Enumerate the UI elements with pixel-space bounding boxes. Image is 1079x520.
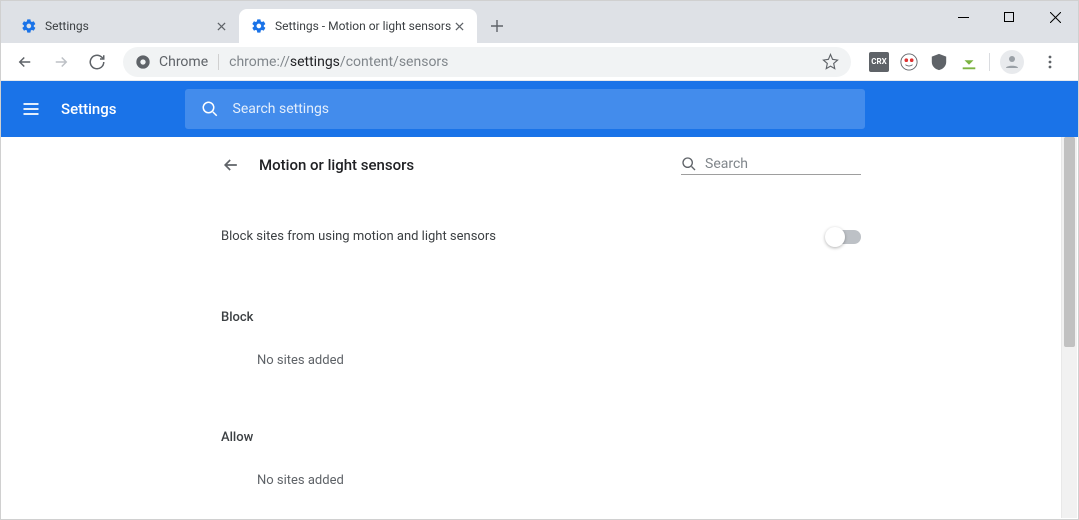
tab-title: Settings - Motion or light sensors bbox=[275, 19, 451, 33]
extension-icon[interactable] bbox=[899, 52, 919, 72]
window-titlebar: Settings Settings - Motion or light sens… bbox=[1, 1, 1078, 43]
download-extension-icon[interactable] bbox=[959, 52, 979, 72]
tab-title: Settings bbox=[45, 19, 213, 33]
in-page-search[interactable] bbox=[681, 156, 861, 175]
block-section: Block No sites added bbox=[201, 266, 881, 386]
crx-extension-icon[interactable]: CRX bbox=[869, 52, 889, 72]
kebab-menu-icon[interactable] bbox=[1034, 46, 1066, 78]
maximize-button[interactable] bbox=[986, 1, 1032, 33]
site-info-icon[interactable] bbox=[135, 54, 151, 70]
allow-section: Allow No sites added bbox=[201, 386, 881, 506]
page-header: Motion or light sensors bbox=[201, 137, 881, 189]
search-icon bbox=[681, 156, 697, 172]
app-title: Settings bbox=[61, 100, 117, 118]
reload-button[interactable] bbox=[81, 46, 113, 78]
browser-toolbar: Chrome chrome://settings/content/sensors… bbox=[1, 43, 1078, 81]
allow-empty-text: No sites added bbox=[221, 445, 861, 506]
forward-button[interactable] bbox=[45, 46, 77, 78]
close-icon[interactable] bbox=[451, 18, 467, 34]
content-viewport: Motion or light sensors Block sites from… bbox=[1, 137, 1078, 519]
block-section-title: Block bbox=[221, 310, 861, 325]
browser-tab[interactable]: Settings - Motion or light sensors bbox=[239, 9, 477, 43]
extension-icons: CRX bbox=[861, 46, 1070, 78]
in-page-search-input[interactable] bbox=[705, 156, 883, 172]
toolbar-separator bbox=[989, 53, 990, 71]
settings-panel: Motion or light sensors Block sites from… bbox=[201, 137, 881, 519]
shield-extension-icon[interactable] bbox=[929, 52, 949, 72]
search-icon bbox=[201, 100, 219, 118]
window-controls bbox=[940, 1, 1078, 33]
allow-section-title: Allow bbox=[221, 430, 861, 445]
omnibox-separator bbox=[218, 54, 219, 70]
new-tab-button[interactable] bbox=[483, 12, 511, 40]
toggle-knob bbox=[825, 227, 845, 247]
page-title: Motion or light sensors bbox=[259, 156, 414, 174]
settings-search-input[interactable] bbox=[233, 101, 849, 117]
main-toggle-label: Block sites from using motion and light … bbox=[221, 229, 496, 244]
minimize-button[interactable] bbox=[940, 1, 986, 33]
url-text: chrome://settings/content/sensors bbox=[229, 54, 448, 70]
settings-search-box[interactable] bbox=[185, 89, 865, 129]
hamburger-menu-icon[interactable] bbox=[21, 99, 41, 119]
back-button[interactable] bbox=[9, 46, 41, 78]
settings-header: Settings bbox=[1, 81, 1078, 137]
profile-avatar[interactable] bbox=[1000, 50, 1024, 74]
bookmark-star-icon[interactable] bbox=[822, 53, 839, 70]
close-icon[interactable] bbox=[213, 18, 229, 34]
close-window-button[interactable] bbox=[1032, 1, 1078, 33]
main-toggle-row: Block sites from using motion and light … bbox=[201, 189, 881, 266]
tab-strip: Settings Settings - Motion or light sens… bbox=[1, 1, 511, 43]
back-arrow-icon[interactable] bbox=[221, 155, 241, 175]
gear-icon bbox=[251, 18, 267, 34]
browser-tab[interactable]: Settings bbox=[9, 9, 239, 43]
scrollbar-thumb[interactable] bbox=[1064, 137, 1075, 347]
address-bar[interactable]: Chrome chrome://settings/content/sensors bbox=[123, 47, 851, 77]
main-toggle-switch[interactable] bbox=[827, 230, 861, 244]
vertical-scrollbar[interactable] bbox=[1061, 137, 1077, 518]
gear-icon bbox=[21, 18, 37, 34]
origin-label: Chrome bbox=[159, 54, 208, 70]
block-empty-text: No sites added bbox=[221, 325, 861, 386]
